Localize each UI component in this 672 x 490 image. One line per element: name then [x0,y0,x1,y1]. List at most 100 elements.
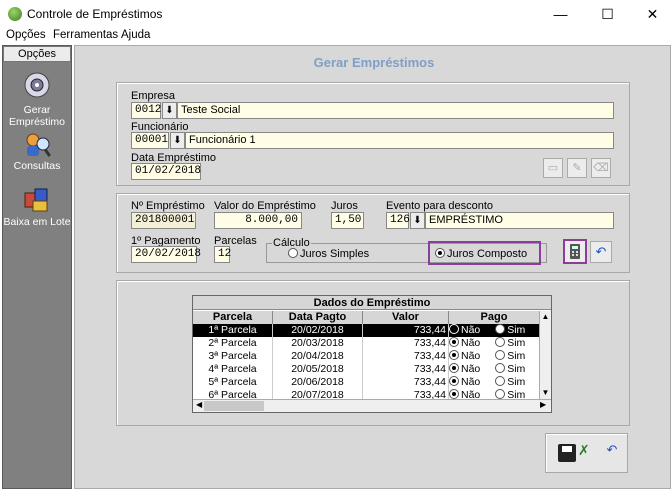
primeiro-pagamento-field[interactable]: 20/02/2018 [131,246,201,263]
n-emprestimo-label: Nº Empréstimo [131,200,205,212]
new-document-icon[interactable]: ▭ [543,158,563,178]
evento-name-field[interactable]: EMPRÉSTIMO [425,212,614,229]
radio-selected-icon [449,337,459,347]
undo-icon[interactable]: ↶ [590,241,612,263]
boxes-icon[interactable] [22,185,52,215]
grid-vertical-scrollbar[interactable] [539,311,551,399]
pago-nao-radio[interactable]: Não [449,337,480,349]
cell-parcela: 1ª Parcela [193,324,273,337]
radio-selected-icon [435,248,445,258]
juros-composto-label: Juros Composto [447,248,528,260]
form-title: Gerar Empréstimos [313,55,435,70]
pago-nao-radio[interactable]: Não [449,363,480,375]
juros-composto-radio[interactable]: Juros Composto [435,248,527,260]
valor-field[interactable]: 8.000,00 [214,212,302,229]
cell-valor: 733,44 [363,350,449,363]
pago-sim-radio[interactable]: Sim [495,363,525,375]
radio-icon [495,389,506,399]
radio-selected-icon [449,376,459,386]
scroll-down-icon[interactable]: ▼ [540,388,551,397]
cell-data: 20/03/2018 [273,337,363,350]
minimize-button[interactable]: — [538,0,583,28]
radio-selected-icon [449,363,459,373]
pago-nao-label: Não [461,350,481,362]
radio-icon [288,248,298,258]
save-icon[interactable] [558,444,576,462]
parcelas-field[interactable]: 12 [214,246,231,263]
pago-sim-radio[interactable]: Sim [495,337,525,349]
scroll-right-icon[interactable]: ▶ [540,400,546,409]
menu-opcoes[interactable]: Opções [6,29,46,41]
scroll-left-icon[interactable]: ◀ [196,400,202,409]
search-people-icon[interactable] [22,130,52,160]
col-pago[interactable]: Pago [449,311,539,324]
cell-parcela: 3ª Parcela [193,350,273,363]
funcionario-code-field[interactable]: 00001 [131,132,169,149]
evento-lookup-button[interactable]: ⬇ [410,212,425,229]
delete-document-icon[interactable]: ⌫ [591,158,611,178]
pago-sim-label: Sim [507,363,526,375]
radio-selected-icon [449,389,459,399]
pago-sim-label: Sim [507,376,526,388]
cell-valor: 733,44 [363,324,449,337]
sidebar-item-gerar-emprestimo[interactable]: Gerar Empréstimo [2,104,72,128]
funcionario-lookup-button[interactable]: ⬇ [170,132,185,149]
radio-icon [495,363,506,373]
window-title: Controle de Empréstimos [27,7,163,21]
sidebar-item-baixa-em-lote[interactable]: Baixa em Lote [2,216,72,228]
scroll-up-icon[interactable]: ▲ [540,312,551,321]
cell-pago: Não Sim [449,376,539,389]
cell-parcela: 5ª Parcela [193,376,273,389]
app-icon [8,7,22,21]
table-row[interactable]: 5ª Parcela 20/06/2018 733,44 Não Sim [193,376,539,389]
empresa-code-field[interactable]: 0012 [131,102,161,119]
n-emprestimo-field: 201800001 [131,212,196,229]
cell-parcela: 4ª Parcela [193,363,273,376]
radio-selected-icon [449,324,459,334]
scroll-thumb[interactable] [204,401,264,411]
undo-icon-bottom[interactable]: ↶ [602,442,622,462]
table-row[interactable]: 3ª Parcela 20/04/2018 733,44 Não Sim [193,350,539,363]
sidebar-item-consultas[interactable]: Consultas [2,160,72,172]
pago-nao-label: Não [461,337,481,349]
col-valor[interactable]: Valor [363,311,449,324]
table-row[interactable]: 4ª Parcela 20/05/2018 733,44 Não Sim [193,363,539,376]
table-row[interactable]: 1ª Parcela 20/02/2018 733,44 Não Sim [193,324,539,337]
pago-nao-radio[interactable]: Não [449,324,480,336]
empresa-lookup-button[interactable]: ⬇ [162,102,177,119]
evento-code-field[interactable]: 126 [386,212,410,229]
radio-icon [495,350,506,360]
pago-sim-label: Sim [507,337,526,349]
funcionario-name-field[interactable]: Funcionário 1 [185,132,614,149]
data-emprestimo-field[interactable]: 01/02/2018 [131,163,201,180]
menu-ferramentas[interactable]: Ferramentas [53,29,118,41]
juros-field[interactable]: 1,50 [331,212,364,229]
pago-sim-radio[interactable]: Sim [495,324,525,336]
col-data-pagto[interactable]: Data Pagto [273,311,363,324]
cell-parcela: 2ª Parcela [193,337,273,350]
juros-label: Juros [331,200,358,212]
grid-header: Parcela Data Pagto Valor Pago [193,311,539,324]
cell-valor: 733,44 [363,376,449,389]
valor-label: Valor do Empréstimo [214,200,316,212]
gear-disk-icon[interactable] [22,70,52,100]
maximize-button[interactable]: ☐ [585,0,630,28]
cell-data: 20/02/2018 [273,324,363,337]
cell-valor: 733,44 [363,337,449,350]
pago-sim-radio[interactable]: Sim [495,376,525,388]
close-button[interactable]: ✕ [630,0,672,28]
pago-nao-radio[interactable]: Não [449,376,480,388]
col-parcela[interactable]: Parcela [193,311,273,324]
pago-nao-radio[interactable]: Não [449,350,480,362]
radio-icon [495,376,506,386]
table-row[interactable]: 2ª Parcela 20/03/2018 733,44 Não Sim [193,337,539,350]
export-icon[interactable]: ✗ [578,442,598,464]
pago-nao-label: Não [461,324,481,336]
pago-sim-radio[interactable]: Sim [495,350,525,362]
calculator-button[interactable] [563,239,587,264]
empresa-name-field[interactable]: Teste Social [177,102,614,119]
juros-simples-radio[interactable]: Juros Simples [288,248,369,260]
cell-pago: Não Sim [449,337,539,350]
edit-document-icon[interactable]: ✎ [567,158,587,178]
menu-ajuda[interactable]: Ajuda [121,29,150,41]
